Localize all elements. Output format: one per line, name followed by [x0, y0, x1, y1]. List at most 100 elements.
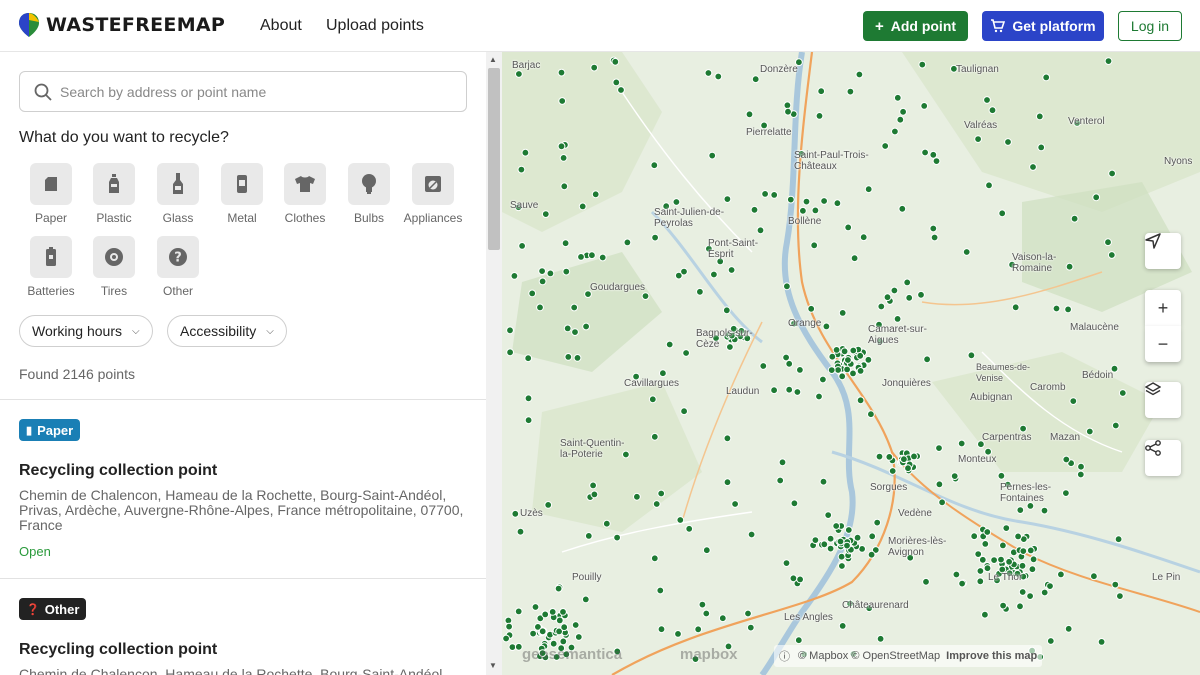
recycling-point-marker[interactable]: [827, 366, 836, 375]
recycling-point-marker[interactable]: [997, 555, 1005, 564]
recycling-point-marker[interactable]: [999, 541, 1007, 550]
category-bulbs[interactable]: Bulbs: [337, 163, 401, 225]
recycling-point-marker[interactable]: [1029, 555, 1038, 564]
recycling-point-marker[interactable]: [641, 292, 650, 301]
recycling-point-marker[interactable]: [1042, 73, 1051, 82]
recycling-point-marker[interactable]: [844, 223, 853, 232]
recycling-point-marker[interactable]: [651, 233, 660, 242]
recycling-point-marker[interactable]: [731, 500, 740, 508]
recycling-point-marker[interactable]: [875, 452, 884, 461]
recycling-point-marker[interactable]: [746, 623, 755, 632]
recycling-point-marker[interactable]: [883, 293, 892, 302]
recycling-point-marker[interactable]: [1118, 389, 1127, 397]
recycling-point-marker[interactable]: [515, 70, 523, 78]
recycling-point-marker[interactable]: [577, 253, 585, 261]
recycling-point-marker[interactable]: [656, 586, 665, 595]
recycling-point-marker[interactable]: [727, 266, 736, 274]
recycling-point-marker[interactable]: [910, 452, 918, 461]
recycling-point-marker[interactable]: [853, 533, 862, 542]
recycling-point-marker[interactable]: [598, 253, 607, 262]
recycling-point-marker[interactable]: [665, 340, 674, 349]
recycling-point-marker[interactable]: [557, 142, 566, 151]
recycling-point-marker[interactable]: [838, 562, 846, 570]
recycling-point-marker[interactable]: [708, 151, 717, 160]
category-glass[interactable]: Glass: [146, 163, 210, 225]
recycling-point-marker[interactable]: [1090, 572, 1098, 581]
recycling-point-marker[interactable]: [1052, 304, 1061, 313]
recycling-point-marker[interactable]: [612, 78, 621, 87]
recycling-point-marker[interactable]: [761, 190, 770, 198]
recycling-point-marker[interactable]: [723, 478, 732, 487]
recycling-point-marker[interactable]: [744, 609, 752, 618]
category-clothes[interactable]: Clothes: [273, 163, 337, 225]
recycling-point-marker[interactable]: [983, 564, 992, 573]
recycling-point-marker[interactable]: [1077, 462, 1085, 471]
recycling-point-marker[interactable]: [929, 224, 938, 233]
recycling-point-marker[interactable]: [930, 233, 939, 242]
recycling-point-marker[interactable]: [1064, 624, 1073, 633]
recycling-point-marker[interactable]: [828, 352, 837, 361]
recycling-point-marker[interactable]: [1046, 582, 1054, 590]
recycling-point-marker[interactable]: [759, 362, 768, 370]
add-point-button[interactable]: + Add point: [863, 11, 968, 41]
recycling-point-marker[interactable]: [650, 554, 659, 563]
recycling-point-marker[interactable]: [923, 355, 932, 364]
recycling-point-marker[interactable]: [976, 577, 985, 586]
category-metal[interactable]: Metal: [210, 163, 274, 225]
recycling-point-marker[interactable]: [811, 206, 820, 215]
recycling-point-marker[interactable]: [756, 226, 765, 235]
recycling-point-marker[interactable]: [1092, 193, 1101, 202]
recycling-point-marker[interactable]: [582, 322, 590, 331]
recycling-point-marker[interactable]: [1016, 506, 1025, 515]
recycling-point-marker[interactable]: [531, 603, 540, 611]
recycling-point-marker[interactable]: [997, 471, 1006, 480]
recycling-point-marker[interactable]: [559, 154, 568, 162]
recycling-point-marker[interactable]: [888, 467, 897, 475]
recycling-point-marker[interactable]: [698, 600, 707, 609]
recycling-point-marker[interactable]: [538, 627, 547, 636]
recycling-point-marker[interactable]: [921, 148, 930, 157]
recycling-point-marker[interactable]: [723, 195, 732, 204]
recycling-point-marker[interactable]: [778, 458, 787, 467]
recycling-point-marker[interactable]: [589, 481, 597, 490]
accessibility-filter[interactable]: Accessibility ⌵: [167, 315, 287, 347]
recycling-point-marker[interactable]: [935, 444, 943, 453]
recycling-point-marker[interactable]: [1057, 570, 1065, 579]
recycling-point-marker[interactable]: [786, 195, 795, 204]
recycling-point-marker[interactable]: [885, 453, 894, 461]
recycling-point-marker[interactable]: [844, 356, 852, 364]
recycling-point-marker[interactable]: [819, 375, 827, 384]
recycling-point-marker[interactable]: [962, 248, 971, 256]
recycling-point-marker[interactable]: [990, 556, 999, 565]
recycling-point-marker[interactable]: [750, 205, 759, 214]
recycling-point-marker[interactable]: [554, 584, 563, 593]
recycling-point-marker[interactable]: [562, 267, 571, 276]
recycling-point-marker[interactable]: [783, 282, 791, 291]
recycling-point-marker[interactable]: [896, 115, 905, 124]
recycling-point-marker[interactable]: [957, 439, 966, 448]
recycling-point-marker[interactable]: [1018, 561, 1027, 570]
recycling-point-marker[interactable]: [557, 68, 566, 77]
recycling-point-marker[interactable]: [546, 269, 555, 278]
attribution-text[interactable]: © Mapbox © OpenStreetMap: [798, 650, 940, 662]
recycling-point-marker[interactable]: [555, 616, 564, 625]
recycling-point-marker[interactable]: [893, 93, 902, 102]
share-button[interactable]: [1145, 440, 1181, 476]
recycling-point-marker[interactable]: [891, 127, 899, 136]
recycling-point-marker[interactable]: [794, 636, 803, 645]
login-button[interactable]: Log in: [1118, 11, 1182, 41]
recycling-point-marker[interactable]: [1040, 506, 1049, 515]
recycling-point-marker[interactable]: [571, 328, 579, 337]
recycling-point-marker[interactable]: [796, 575, 805, 584]
recycling-point-marker[interactable]: [696, 287, 704, 296]
recycling-point-marker[interactable]: [1104, 238, 1112, 247]
recycling-point-marker[interactable]: [588, 251, 596, 260]
recycling-point-marker[interactable]: [938, 498, 947, 507]
search-input[interactable]: [60, 83, 440, 100]
recycling-point-marker[interactable]: [856, 367, 865, 375]
recycling-point-marker[interactable]: [970, 532, 979, 541]
recycling-point-marker[interactable]: [899, 107, 908, 116]
recycling-point-marker[interactable]: [1037, 143, 1046, 152]
recycling-point-marker[interactable]: [935, 480, 944, 489]
recycling-point-marker[interactable]: [657, 625, 666, 634]
